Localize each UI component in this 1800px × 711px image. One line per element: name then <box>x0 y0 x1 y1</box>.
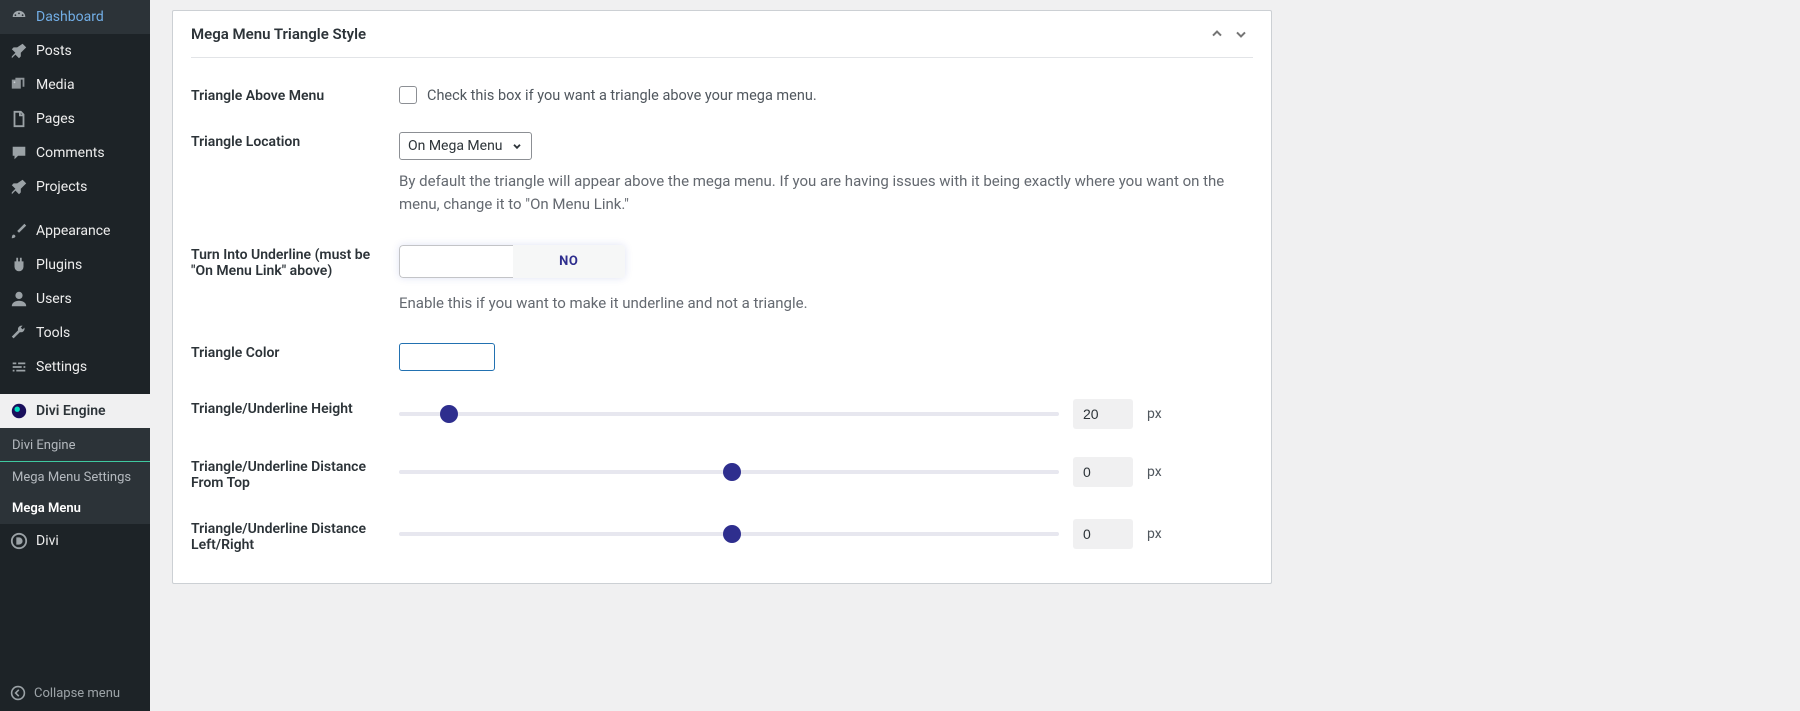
collapse-icon <box>10 685 26 701</box>
label-height: Triangle/Underline Height <box>191 399 399 417</box>
nav-label: Posts <box>36 43 72 59</box>
row-triangle-above: Triangle Above Menu Check this box if yo… <box>191 58 1253 104</box>
panel-header: Mega Menu Triangle Style <box>191 11 1253 58</box>
nav-label: Tools <box>36 325 70 341</box>
triangle-location-select[interactable]: On Mega Menu <box>399 132 532 160</box>
settings-panel: Mega Menu Triangle Style Triangle Above … <box>172 10 1272 584</box>
triangle-color-input[interactable] <box>399 343 495 371</box>
unit-label: px <box>1147 526 1162 542</box>
page-icon <box>10 110 28 128</box>
chevron-up-icon[interactable] <box>1205 26 1229 42</box>
plug-icon <box>10 256 28 274</box>
chevron-down-icon <box>511 140 523 152</box>
admin-sidebar: Dashboard Posts Media Pages Comments Pro… <box>0 0 150 711</box>
dist-top-value-input[interactable] <box>1073 457 1133 487</box>
collapse-label: Collapse menu <box>34 686 120 701</box>
brush-icon <box>10 222 28 240</box>
media-icon <box>10 76 28 94</box>
nav-dashboard[interactable]: Dashboard <box>0 0 150 34</box>
submenu-divi-engine[interactable]: Divi Engine <box>0 428 150 462</box>
triangle-location-desc: By default the triangle will appear abov… <box>399 170 1253 217</box>
label-triangle-location: Triangle Location <box>191 132 399 150</box>
underline-desc: Enable this if you want to make it under… <box>399 292 1253 315</box>
label-triangle-color: Triangle Color <box>191 343 399 361</box>
nav-tools[interactable]: Tools <box>0 316 150 350</box>
nav-pages[interactable]: Pages <box>0 102 150 136</box>
main-content: Mega Menu Triangle Style Triangle Above … <box>150 0 1800 711</box>
pin-icon <box>10 42 28 60</box>
pin-icon <box>10 178 28 196</box>
dashboard-icon <box>10 8 28 26</box>
nav-label: Plugins <box>36 257 82 273</box>
underline-toggle[interactable]: NO <box>399 245 625 278</box>
nav-label: Dashboard <box>36 9 104 25</box>
dist-top-slider[interactable] <box>399 470 1059 474</box>
nav-label: Users <box>36 291 72 307</box>
nav-label: Divi <box>36 533 59 549</box>
divi-icon <box>10 532 28 550</box>
submenu-mega-menu-settings[interactable]: Mega Menu Settings <box>0 462 150 493</box>
label-dist-top: Triangle/Underline Distance From Top <box>191 457 399 491</box>
toggle-yes <box>399 245 513 278</box>
nav-projects[interactable]: Projects <box>0 170 150 204</box>
select-value: On Mega Menu <box>408 138 503 154</box>
slider-thumb[interactable] <box>723 525 741 543</box>
row-dist-lr: Triangle/Underline Distance Left/Right p… <box>191 491 1253 553</box>
nav-label: Media <box>36 77 75 93</box>
nav-label: Comments <box>36 145 105 161</box>
unit-label: px <box>1147 406 1162 422</box>
wrench-icon <box>10 324 28 342</box>
row-triangle-location: Triangle Location On Mega Menu By defaul… <box>191 104 1253 217</box>
toggle-no: NO <box>513 245 626 278</box>
row-dist-top: Triangle/Underline Distance From Top px <box>191 429 1253 491</box>
row-height: Triangle/Underline Height px <box>191 371 1253 429</box>
height-value-input[interactable] <box>1073 399 1133 429</box>
nav-label: Pages <box>36 111 75 127</box>
panel-title: Mega Menu Triangle Style <box>191 25 1205 43</box>
nav-appearance[interactable]: Appearance <box>0 214 150 248</box>
slider-thumb[interactable] <box>440 405 458 423</box>
user-icon <box>10 290 28 308</box>
nav-label: Projects <box>36 179 87 195</box>
height-slider[interactable] <box>399 412 1059 416</box>
nav-comments[interactable]: Comments <box>0 136 150 170</box>
collapse-menu[interactable]: Collapse menu <box>0 675 150 711</box>
nav-posts[interactable]: Posts <box>0 34 150 68</box>
comment-icon <box>10 144 28 162</box>
nav-settings[interactable]: Settings <box>0 350 150 384</box>
nav-label: Divi Engine <box>36 403 106 419</box>
chevron-down-icon[interactable] <box>1229 26 1253 42</box>
unit-label: px <box>1147 464 1162 480</box>
label-turn-underline: Turn Into Underline (must be "On Menu Li… <box>191 245 399 279</box>
nav-divi-engine[interactable]: Divi Engine <box>0 394 150 428</box>
sliders-icon <box>10 358 28 376</box>
submenu-mega-menu[interactable]: Mega Menu <box>0 493 150 524</box>
divi-engine-icon <box>10 402 28 420</box>
nav-label: Settings <box>36 359 87 375</box>
submenu: Divi Engine Mega Menu Settings Mega Menu <box>0 428 150 524</box>
triangle-above-check-label: Check this box if you want a triangle ab… <box>427 87 817 104</box>
nav-users[interactable]: Users <box>0 282 150 316</box>
dist-lr-value-input[interactable] <box>1073 519 1133 549</box>
label-dist-lr: Triangle/Underline Distance Left/Right <box>191 519 399 553</box>
nav-plugins[interactable]: Plugins <box>0 248 150 282</box>
nav-label: Appearance <box>36 223 110 239</box>
row-triangle-color: Triangle Color <box>191 315 1253 371</box>
dist-lr-slider[interactable] <box>399 532 1059 536</box>
label-triangle-above: Triangle Above Menu <box>191 86 399 104</box>
nav-divi[interactable]: Divi <box>0 524 150 558</box>
nav-media[interactable]: Media <box>0 68 150 102</box>
triangle-above-checkbox[interactable] <box>399 86 417 104</box>
slider-thumb[interactable] <box>723 463 741 481</box>
row-turn-underline: Turn Into Underline (must be "On Menu Li… <box>191 217 1253 315</box>
